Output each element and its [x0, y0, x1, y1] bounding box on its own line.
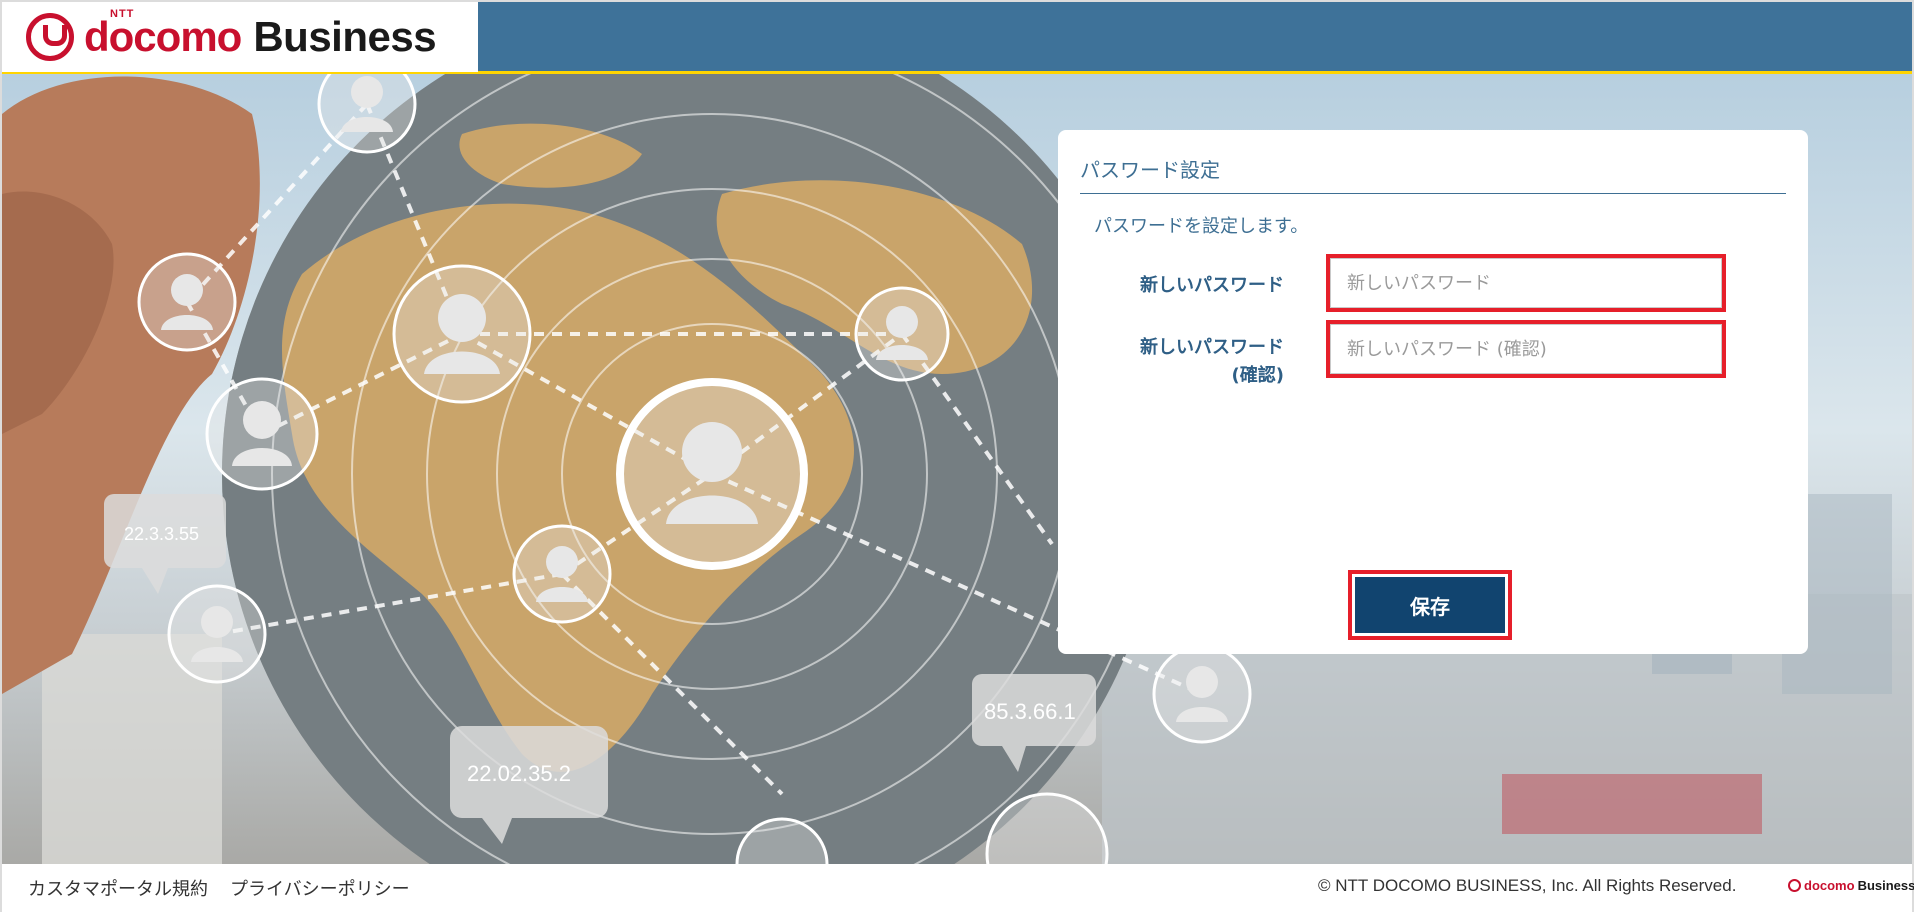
- new-password-highlight: [1326, 254, 1726, 312]
- panel-description: パスワードを設定します。: [1094, 216, 1309, 237]
- top-header: NTT docomo Business: [2, 2, 1912, 74]
- save-button-highlight: 保存: [1348, 570, 1512, 640]
- brand-ntt: NTT: [110, 8, 135, 20]
- new-password-label: 新しいパスワード: [1140, 275, 1284, 296]
- new-password-input[interactable]: [1330, 258, 1722, 308]
- confirm-password-highlight: [1326, 320, 1726, 378]
- footer-link-privacy[interactable]: プライバシーポリシー: [230, 875, 410, 901]
- app-window: NTT docomo Business 22.3.3.55 22.02.35.2…: [0, 0, 1914, 912]
- brand-docomo: docomo: [84, 13, 242, 60]
- password-settings-panel: パスワード設定 パスワードを設定します。 新しいパスワード 新しいパスワード (…: [1058, 130, 1808, 654]
- bubble-label-1: 22.3.3.55: [124, 524, 199, 544]
- confirm-password-label-line2: (確認): [1231, 365, 1284, 386]
- footer: カスタマポータル規約 プライバシーポリシー © NTT DOCOMO BUSIN…: [2, 864, 1914, 912]
- footer-brand-docomo: docomo: [1804, 878, 1855, 893]
- footer-links: カスタマポータル規約 プライバシーポリシー: [2, 875, 410, 901]
- brand-logo[interactable]: NTT docomo Business: [2, 2, 478, 72]
- confirm-password-label: 新しいパスワード (確認): [1058, 334, 1284, 390]
- save-button[interactable]: 保存: [1355, 577, 1505, 633]
- bubble-label-2: 22.02.35.2: [467, 761, 571, 786]
- footer-link-terms[interactable]: カスタマポータル規約: [28, 875, 208, 901]
- confirm-password-input[interactable]: [1330, 324, 1722, 374]
- docomo-logo-icon: [26, 13, 74, 61]
- copyright-text: © NTT DOCOMO BUSINESS, Inc. All Rights R…: [1318, 876, 1737, 895]
- brand-business: Business: [253, 13, 437, 60]
- bubble-label-3: 85.3.66.1: [984, 699, 1076, 724]
- panel-title: パスワード設定: [1080, 154, 1786, 194]
- docomo-mini-logo-icon: [1788, 879, 1801, 892]
- confirm-password-label-line1: 新しいパスワード: [1140, 337, 1284, 358]
- footer-brand-logo: docomo Business: [1788, 878, 1914, 893]
- footer-brand-business: Business: [1857, 878, 1914, 893]
